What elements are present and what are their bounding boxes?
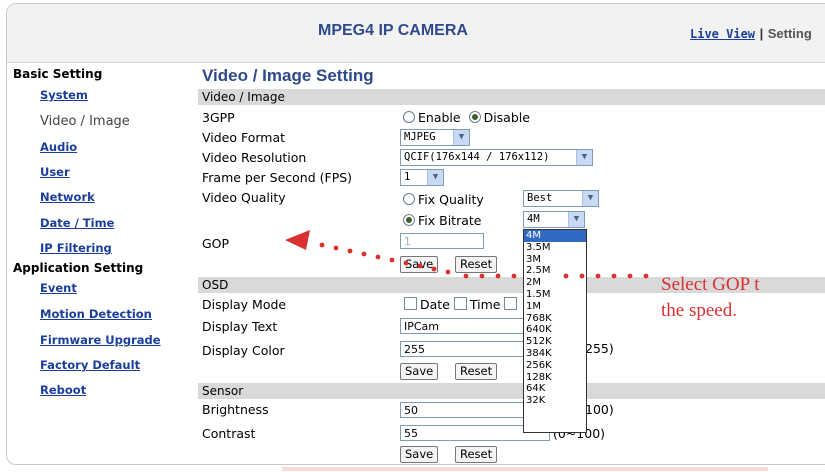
display-text-label: Display Text (202, 319, 278, 334)
gpp-options: Enable Disable (403, 110, 530, 125)
gpp-label: 3GPP (202, 110, 235, 125)
setting-link[interactable]: Setting (768, 26, 812, 41)
sidebar-item-system[interactable]: System (40, 88, 88, 102)
live-view-link[interactable]: Live View (690, 27, 755, 41)
chevron-down-icon: ▼ (568, 212, 584, 227)
bitrate-option[interactable]: 256K (524, 360, 586, 372)
fix-quality-option: Fix Quality (403, 192, 484, 207)
footer-line (282, 467, 768, 471)
gpp-enable-label: Enable (418, 110, 461, 125)
bitrate-option[interactable]: 1M (524, 301, 586, 313)
fps-select[interactable]: 1 ▼ (400, 169, 444, 186)
bitrate-value: 4M (527, 213, 540, 225)
bitrate-option[interactable]: 2M (524, 277, 586, 289)
sensor-reset-button[interactable]: Reset (455, 446, 498, 463)
gpp-disable-label: Disable (483, 110, 530, 125)
video-save-button[interactable]: Save (400, 256, 439, 273)
extra-checkbox[interactable] (504, 297, 518, 310)
display-color-label: Display Color (202, 343, 285, 358)
video-format-select[interactable]: MJPEG ▼ (400, 129, 470, 146)
application-setting-title: Application Setting (13, 261, 144, 275)
bitrate-option[interactable]: 384K (524, 348, 586, 360)
sidebar-item-motion-detection[interactable]: Motion Detection (40, 307, 152, 321)
page-title: Video / Image Setting (202, 66, 374, 85)
fix-bitrate-radio[interactable] (403, 214, 415, 226)
bitrate-option[interactable]: 128K (524, 372, 586, 384)
quality-select[interactable]: Best ▼ (523, 190, 599, 207)
bitrate-option[interactable]: 3M (524, 254, 586, 266)
gop-label: GOP (202, 236, 230, 251)
time-label: Time (469, 297, 501, 312)
bitrate-option[interactable]: 1.5M (524, 289, 586, 301)
video-quality-label: Video Quality (202, 190, 286, 205)
annotation-line1: Select GOP t (661, 274, 760, 295)
video-resolution-select[interactable]: QCIF(176x144 / 176x112) ▼ (400, 149, 593, 166)
sidebar-item-audio[interactable]: Audio (40, 140, 77, 154)
date-checkbox[interactable] (404, 297, 417, 310)
contrast-label: Contrast (202, 426, 256, 441)
fps-value: 1 (404, 171, 411, 183)
bitrate-option[interactable]: 32K (524, 395, 586, 407)
chevron-down-icon: ▼ (453, 130, 469, 145)
brightness-label: Brightness (202, 402, 269, 417)
chevron-down-icon: ▼ (427, 170, 443, 185)
video-format-label: Video Format (202, 130, 286, 145)
sidebar-item-reboot[interactable]: Reboot (40, 383, 86, 397)
sensor-save-button[interactable]: Save (400, 446, 439, 463)
video-resolution-value: QCIF(176x144 / 176x112) (404, 151, 550, 163)
bitrate-dropdown-list: 4M 3.5M 3M 2.5M 2M 1.5M 1M 768K 640K 512… (523, 229, 587, 433)
bitrate-option[interactable]: 640K (524, 324, 586, 336)
sidebar-item-video-image[interactable]: Video / Image (40, 114, 130, 129)
video-resolution-label: Video Resolution (202, 150, 307, 165)
basic-setting-title: Basic Setting (13, 67, 103, 81)
gpp-disable-radio[interactable] (468, 111, 481, 123)
fix-bitrate-option: Fix Bitrate (403, 213, 481, 228)
gpp-enable-radio[interactable] (403, 111, 415, 123)
bitrate-option[interactable]: 3.5M (524, 242, 586, 254)
gop-input[interactable]: 1 (400, 233, 484, 249)
sidebar-item-factory-default[interactable]: Factory Default (40, 358, 140, 372)
video-reset-button[interactable]: Reset (455, 256, 498, 273)
sidebar-item-network[interactable]: Network (40, 190, 95, 204)
top-links: Live View | Setting (690, 26, 812, 42)
osd-reset-button[interactable]: Reset (455, 363, 498, 380)
bitrate-select[interactable]: 4M ▼ (523, 211, 585, 228)
sidebar-item-firmware-upgrade[interactable]: Firmware Upgrade (40, 333, 161, 347)
osd-save-button[interactable]: Save (400, 363, 439, 380)
fps-label: Frame per Second (FPS) (202, 170, 353, 185)
display-color-range: 255) (585, 341, 614, 356)
fix-bitrate-label: Fix Bitrate (418, 213, 482, 228)
annotation-line2: the speed. (661, 300, 737, 321)
sidebar-item-event[interactable]: Event (40, 281, 77, 295)
bitrate-option[interactable]: 64K (524, 383, 586, 395)
fix-quality-radio[interactable] (403, 193, 415, 205)
section-sensor: Sensor (198, 383, 825, 399)
sidebar-item-date-time[interactable]: Date / Time (40, 216, 114, 230)
display-mode-label: Display Mode (202, 297, 287, 312)
brightness-range: 100) (585, 402, 614, 417)
section-video-image: Video / Image (198, 89, 825, 105)
chevron-down-icon: ▼ (576, 150, 592, 165)
date-label: Date (420, 297, 450, 312)
video-format-value: MJPEG (404, 131, 436, 143)
display-mode-options: Date Time (404, 297, 520, 312)
fix-quality-label: Fix Quality (418, 192, 484, 207)
camera-title: MPEG4 IP CAMERA (318, 22, 468, 39)
link-separator: | (759, 26, 764, 41)
sidebar-item-user[interactable]: User (40, 165, 70, 179)
bitrate-option[interactable]: 768K (524, 313, 586, 325)
bitrate-option[interactable]: 512K (524, 336, 586, 348)
time-checkbox[interactable] (453, 297, 467, 310)
sidebar-item-ip-filtering[interactable]: IP Filtering (40, 241, 112, 255)
chevron-down-icon: ▼ (582, 191, 598, 206)
bitrate-option[interactable]: 4M (524, 230, 586, 242)
bitrate-option[interactable]: 2.5M (524, 265, 586, 277)
quality-value: Best (527, 192, 553, 204)
